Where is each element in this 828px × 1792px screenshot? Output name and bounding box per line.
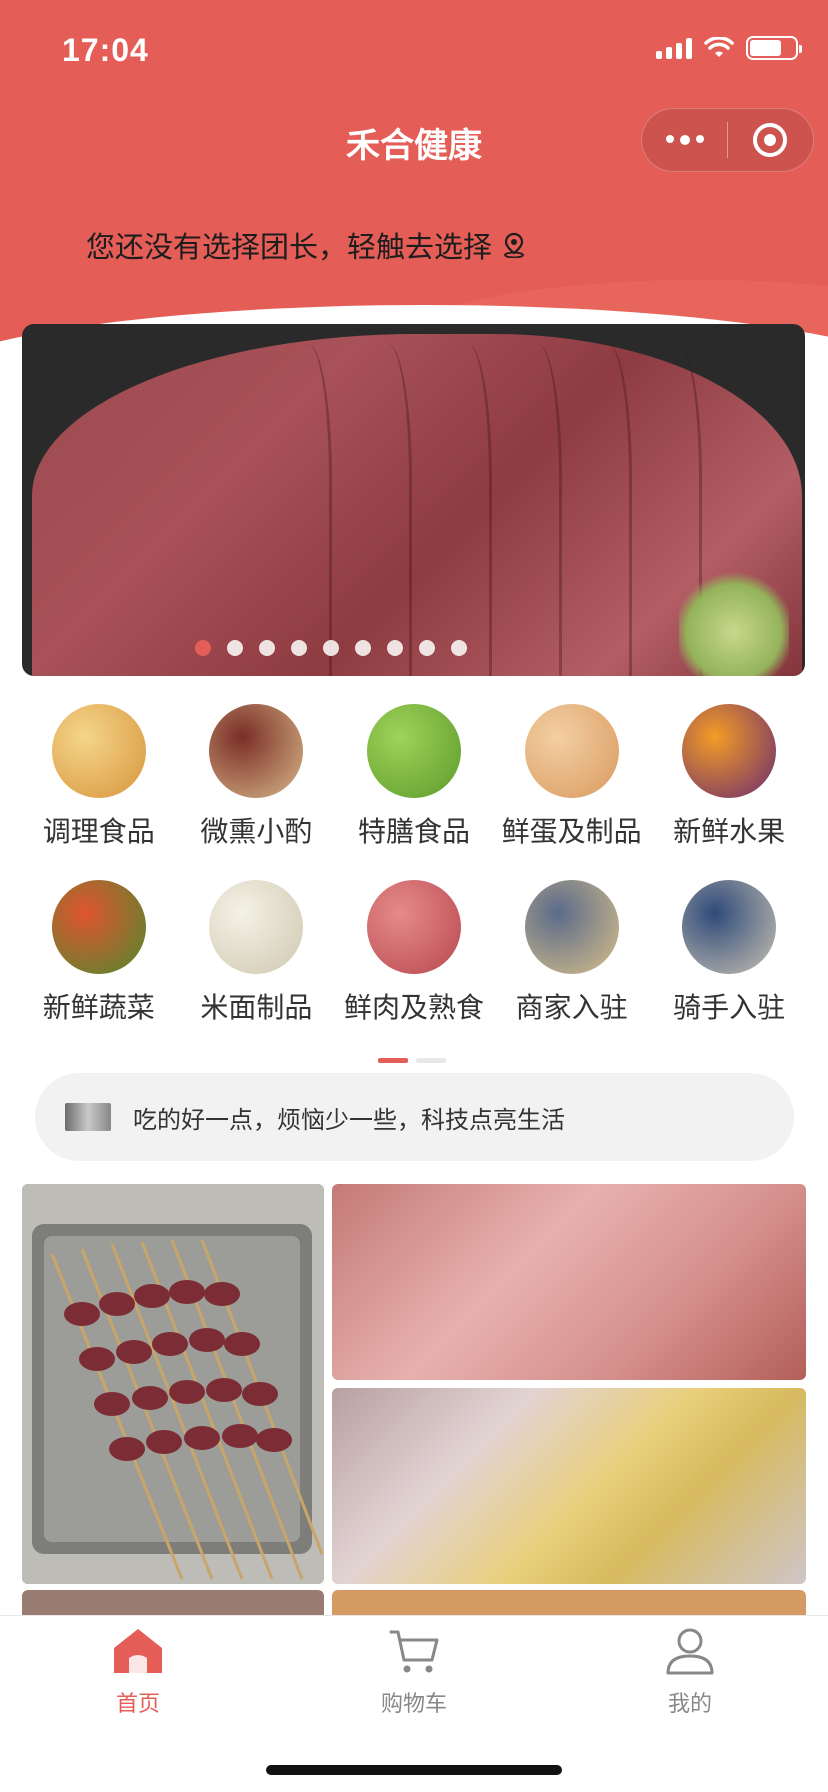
tab-home-label: 首页 xyxy=(115,1691,160,1716)
vegetables-icon xyxy=(51,880,146,974)
garnish-leaf xyxy=(679,566,789,676)
fruits-icon xyxy=(682,704,777,798)
wine-icon xyxy=(209,704,304,798)
category-label: 新鲜水果 xyxy=(673,816,786,847)
carousel-dot[interactable] xyxy=(354,640,371,656)
carousel-dot[interactable] xyxy=(418,640,435,656)
meat-slice xyxy=(432,344,492,676)
category-item[interactable]: 特膳食品 xyxy=(335,704,493,850)
carousel-dot[interactable] xyxy=(226,640,243,656)
category-label: 商家入驻 xyxy=(515,992,628,1023)
category-item[interactable]: 米面制品 xyxy=(178,880,336,1026)
tab-cart[interactable]: 购物车 xyxy=(314,1626,514,1718)
buns-icon xyxy=(209,880,304,974)
user-icon xyxy=(666,1628,714,1675)
product-tile-ham[interactable] xyxy=(332,1184,806,1380)
category-item[interactable]: 新鲜水果 xyxy=(650,704,808,850)
meat-slice xyxy=(352,344,412,676)
category-item[interactable]: 新鲜蔬菜 xyxy=(20,880,178,1026)
category-item[interactable]: 调理食品 xyxy=(20,704,178,850)
pager-indicator-active xyxy=(378,1058,408,1063)
category-pager xyxy=(378,1058,446,1063)
category-item[interactable]: 商家入驻 xyxy=(493,880,651,1026)
carousel-dots xyxy=(22,640,722,656)
carousel-dot[interactable] xyxy=(290,640,307,656)
green-fruit-icon xyxy=(366,704,461,798)
select-leader-text: 您还没有选择团长，轻触去选择 xyxy=(86,232,493,264)
signal-icon xyxy=(656,37,692,59)
notice-text: 吃的好一点，烦恼少一些，科技点亮生活 xyxy=(133,1106,565,1134)
status-time: 17:04 xyxy=(62,32,149,68)
tab-me[interactable]: 我的 xyxy=(590,1626,790,1718)
product-tile-skewers[interactable] xyxy=(22,1184,324,1584)
home-icon xyxy=(114,1629,162,1673)
category-label: 鲜蛋及制品 xyxy=(501,816,642,847)
status-icons xyxy=(656,36,802,60)
rider-icon xyxy=(682,880,777,974)
notice-bar[interactable]: 吃的好一点，烦恼少一些，科技点亮生活 xyxy=(35,1073,794,1161)
category-label: 鲜肉及熟食 xyxy=(343,992,484,1023)
meat-slice xyxy=(272,344,332,676)
category-grid: 调理食品 微熏小酌 特膳食品 鲜蛋及制品 新鲜水果新鲜蔬菜 米面制品 鲜肉及熟食 商家入驻 骑手… xyxy=(20,704,808,1026)
pager-indicator xyxy=(416,1058,446,1063)
carousel-dot[interactable] xyxy=(322,640,339,656)
banner-carousel[interactable] xyxy=(22,324,805,676)
category-label: 特膳食品 xyxy=(357,816,470,847)
meat-slice xyxy=(572,344,632,676)
location-pin-icon xyxy=(504,232,524,258)
eggs-icon xyxy=(524,704,619,798)
category-item[interactable]: 鲜肉及熟食 xyxy=(335,880,493,1026)
carousel-dot[interactable] xyxy=(450,640,467,656)
skewers-image xyxy=(22,1184,324,1584)
category-label: 微熏小酌 xyxy=(200,816,313,847)
carousel-dot[interactable] xyxy=(386,640,403,656)
category-item[interactable]: 鲜蛋及制品 xyxy=(493,704,651,850)
meat-icon xyxy=(366,880,461,974)
tab-me-label: 我的 xyxy=(667,1691,712,1716)
battery-icon xyxy=(746,36,802,60)
cart-icon xyxy=(389,1630,439,1673)
tab-home[interactable]: 首页 xyxy=(38,1626,238,1718)
fried-chicken-icon xyxy=(51,704,146,798)
target-icon xyxy=(753,123,788,157)
category-item[interactable]: 骑手入驻 xyxy=(650,880,808,1026)
category-label: 骑手入驻 xyxy=(673,992,786,1023)
wifi-icon xyxy=(704,37,734,57)
category-label: 米面制品 xyxy=(200,992,313,1023)
notice-thumbnail xyxy=(65,1103,111,1131)
home-indicator xyxy=(266,1765,562,1775)
select-leader-prompt[interactable]: 您还没有选择团长，轻触去选择 xyxy=(86,224,526,266)
category-item[interactable]: 微熏小酌 xyxy=(178,704,336,850)
store-icon xyxy=(524,880,619,974)
more-button[interactable] xyxy=(642,135,727,145)
carousel-dot[interactable] xyxy=(194,640,211,656)
carousel-dot[interactable] xyxy=(258,640,275,656)
tab-cart-label: 购物车 xyxy=(380,1691,447,1716)
category-label: 调理食品 xyxy=(42,816,155,847)
miniprogram-capsule xyxy=(641,108,814,172)
category-label: 新鲜蔬菜 xyxy=(42,992,155,1023)
close-button[interactable] xyxy=(728,123,813,157)
product-tile-duck[interactable] xyxy=(332,1388,806,1584)
meat-slice xyxy=(502,344,562,676)
